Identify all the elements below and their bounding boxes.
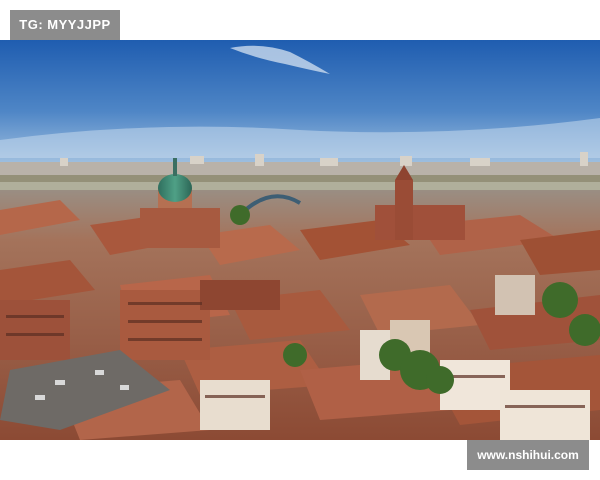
site-watermark: www.nshihui.com <box>467 440 589 470</box>
city-photo-illustration <box>0 40 600 440</box>
telegram-tag-badge: TG: MYYJJPP <box>10 10 120 40</box>
city-aerial-photo <box>0 40 600 440</box>
